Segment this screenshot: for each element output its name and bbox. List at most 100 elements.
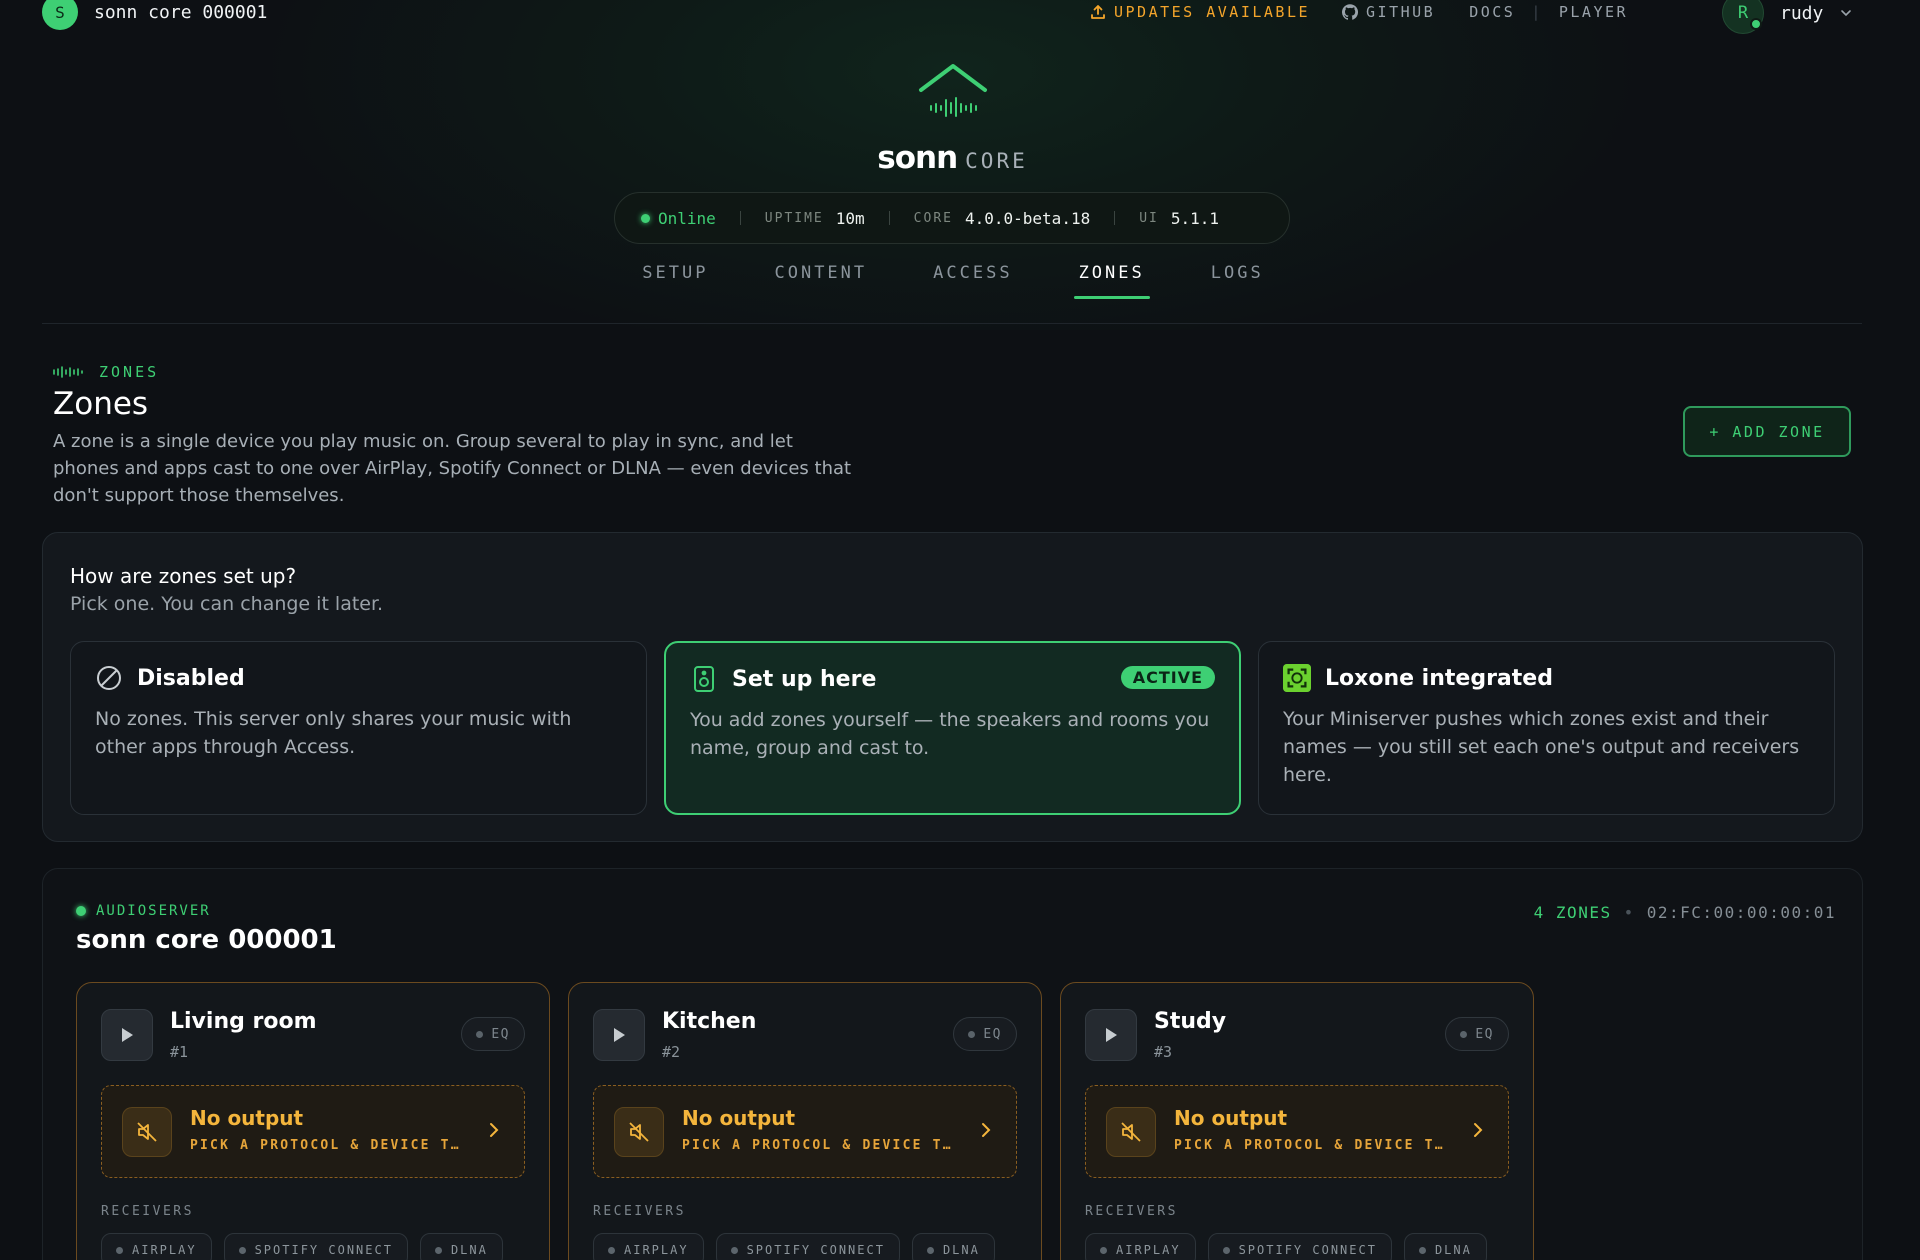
receiver-chip-dlna[interactable]: DLNA	[419, 1233, 503, 1260]
receiver-chip-airplay[interactable]: AIRPLAY	[101, 1233, 212, 1260]
receiver-chip-airplay[interactable]: AIRPLAY	[1085, 1233, 1196, 1260]
chevron-right-icon	[490, 1123, 499, 1137]
output-subtitle: PICK A PROTOCOL & DEVICE T…	[190, 1138, 461, 1153]
zone-card[interactable]: Living room #1 EQ No output PICK A PROTO…	[76, 982, 550, 1260]
eq-toggle[interactable]: EQ	[953, 1017, 1017, 1051]
mode-option-loxone[interactable]: Loxone integrated Your Miniserver pushes…	[1258, 641, 1835, 815]
zone-name: Study	[1154, 1009, 1227, 1034]
play-icon	[122, 1028, 133, 1042]
mode-subtitle: Pick one. You can change it later.	[70, 593, 384, 615]
output-subtitle: PICK A PROTOCOL & DEVICE T…	[682, 1138, 953, 1153]
receiver-chip-spotify[interactable]: SPOTIFY CONNECT	[223, 1233, 408, 1260]
status-online: Online	[658, 208, 716, 228]
mode-option-set-up-here[interactable]: Set up here ACTIVE You add zones yoursel…	[664, 641, 1241, 815]
no-output-alert[interactable]: No output PICK A PROTOCOL & DEVICE T…	[1085, 1085, 1509, 1178]
page-title: Zones	[53, 386, 149, 422]
user-initial: R	[1737, 3, 1749, 23]
eq-dot	[968, 1030, 976, 1038]
receiver-chip-spotify[interactable]: SPOTIFY CONNECT	[715, 1233, 900, 1260]
zone-card[interactable]: Study #3 EQ No output PICK A PROTOCOL & …	[1060, 982, 1534, 1260]
zone-number: #1	[170, 1043, 189, 1061]
docs-label: DOCS	[1469, 3, 1516, 21]
eq-dot	[1460, 1030, 1468, 1038]
eq-toggle[interactable]: EQ	[1445, 1017, 1509, 1051]
top-bar: S sonn core 000001 UPDATES AVAILABLE GIT…	[0, 0, 1920, 34]
player-link[interactable]: PLAYER	[1559, 3, 1628, 21]
top-nav: UPDATES AVAILABLE GITHUB DOCS | PLAYER	[1090, 3, 1628, 21]
waveform-icon	[53, 366, 83, 378]
play-button[interactable]	[101, 1009, 153, 1061]
loxone-icon	[1283, 664, 1311, 692]
receivers-label: RECEIVERS	[101, 1204, 194, 1219]
status-bar: Online UPTIME 10m CORE 4.0.0-beta.18 UI …	[614, 192, 1290, 244]
zone-name: Living room	[170, 1009, 317, 1034]
tab-access[interactable]: ACCESS	[933, 263, 1012, 299]
status-divider	[739, 211, 741, 225]
output-title: No output	[1174, 1106, 1288, 1130]
eyebrow-label: ZONES	[99, 363, 160, 381]
receiver-chip-airplay[interactable]: AIRPLAY	[593, 1233, 704, 1260]
receiver-chips: AIRPLAY SPOTIFY CONNECT DLNA	[101, 1233, 503, 1260]
speaker-muted-icon	[1106, 1107, 1156, 1157]
updates-label: UPDATES AVAILABLE	[1114, 3, 1311, 21]
user-menu[interactable]: R rudy	[1722, 0, 1853, 34]
server-name: sonn core 000001	[94, 1, 268, 23]
eq-label: EQ	[983, 1026, 1002, 1042]
receiver-chips: AIRPLAY SPOTIFY CONNECT DLNA	[593, 1233, 995, 1260]
uptime-label: UPTIME	[764, 210, 824, 226]
audioserver-panel: AUDIOSERVER sonn core 000001 4 ZONES • 0…	[42, 868, 1863, 1260]
tab-setup[interactable]: SETUP	[642, 263, 708, 299]
zone-card[interactable]: Kitchen #2 EQ No output PICK A PROTOCOL …	[568, 982, 1042, 1260]
output-subtitle: PICK A PROTOCOL & DEVICE T…	[1174, 1138, 1445, 1153]
brand[interactable]: S sonn core 000001	[42, 0, 267, 30]
output-title: No output	[682, 1106, 796, 1130]
receiver-chip-spotify[interactable]: SPOTIFY CONNECT	[1207, 1233, 1392, 1260]
eq-toggle[interactable]: EQ	[461, 1017, 525, 1051]
receiver-chip-dlna[interactable]: DLNA	[1403, 1233, 1487, 1260]
github-link[interactable]: GITHUB	[1342, 3, 1435, 21]
product-title: sonn CORE	[0, 140, 1905, 176]
no-output-alert[interactable]: No output PICK A PROTOCOL & DEVICE T…	[593, 1085, 1017, 1178]
add-zone-button[interactable]: + ADD ZONE	[1683, 406, 1851, 457]
server-status-dot	[76, 906, 86, 916]
play-button[interactable]	[593, 1009, 645, 1061]
ui-version-value: 5.1.1	[1170, 208, 1220, 228]
eq-label: EQ	[491, 1026, 510, 1042]
main-tabs: SETUP CONTENT ACCESS ZONES LOGS	[0, 263, 1906, 299]
eq-dot	[476, 1030, 484, 1038]
online-indicator	[1750, 18, 1762, 30]
play-button[interactable]	[1085, 1009, 1137, 1061]
core-version-value: 4.0.0-beta.18	[964, 208, 1091, 228]
header-divider	[42, 323, 1862, 324]
upload-icon	[1091, 5, 1105, 19]
chevron-right-icon	[1474, 1123, 1483, 1137]
nav-divider: |	[1531, 3, 1543, 21]
audioserver-eyebrow: AUDIOSERVER	[76, 903, 211, 919]
user-avatar: R	[1722, 0, 1764, 34]
tab-zones[interactable]: ZONES	[1073, 263, 1150, 299]
uptime-value: 10m	[835, 208, 865, 228]
tab-content[interactable]: CONTENT	[774, 263, 867, 299]
status-divider	[888, 211, 890, 225]
no-output-alert[interactable]: No output PICK A PROTOCOL & DEVICE T…	[101, 1085, 525, 1178]
option-description: Your Miniserver pushes which zones exist…	[1283, 708, 1800, 786]
play-icon	[1106, 1028, 1117, 1042]
docs-link[interactable]: DOCS	[1469, 3, 1515, 21]
product-name: sonn	[877, 140, 958, 176]
mode-option-disabled[interactable]: Disabled No zones. This server only shar…	[70, 641, 647, 815]
tab-logs[interactable]: LOGS	[1211, 263, 1264, 299]
speaker-muted-icon	[614, 1107, 664, 1157]
mac-address: 02:FC:00:00:00:01	[1646, 903, 1836, 922]
play-icon	[614, 1028, 625, 1042]
option-title: Loxone integrated	[1325, 665, 1553, 691]
updates-available-link[interactable]: UPDATES AVAILABLE	[1090, 3, 1310, 21]
receivers-label: RECEIVERS	[593, 1204, 686, 1219]
sonn-logo-icon	[919, 64, 987, 117]
zone-number: #2	[662, 1043, 681, 1061]
receiver-chip-dlna[interactable]: DLNA	[911, 1233, 995, 1260]
mode-title: How are zones set up?	[70, 564, 297, 588]
eq-label: EQ	[1475, 1026, 1494, 1042]
section-eyebrow: ZONES	[53, 363, 159, 381]
github-label: GITHUB	[1366, 3, 1436, 21]
zone-mode-panel: How are zones set up? Pick one. You can …	[42, 532, 1863, 842]
